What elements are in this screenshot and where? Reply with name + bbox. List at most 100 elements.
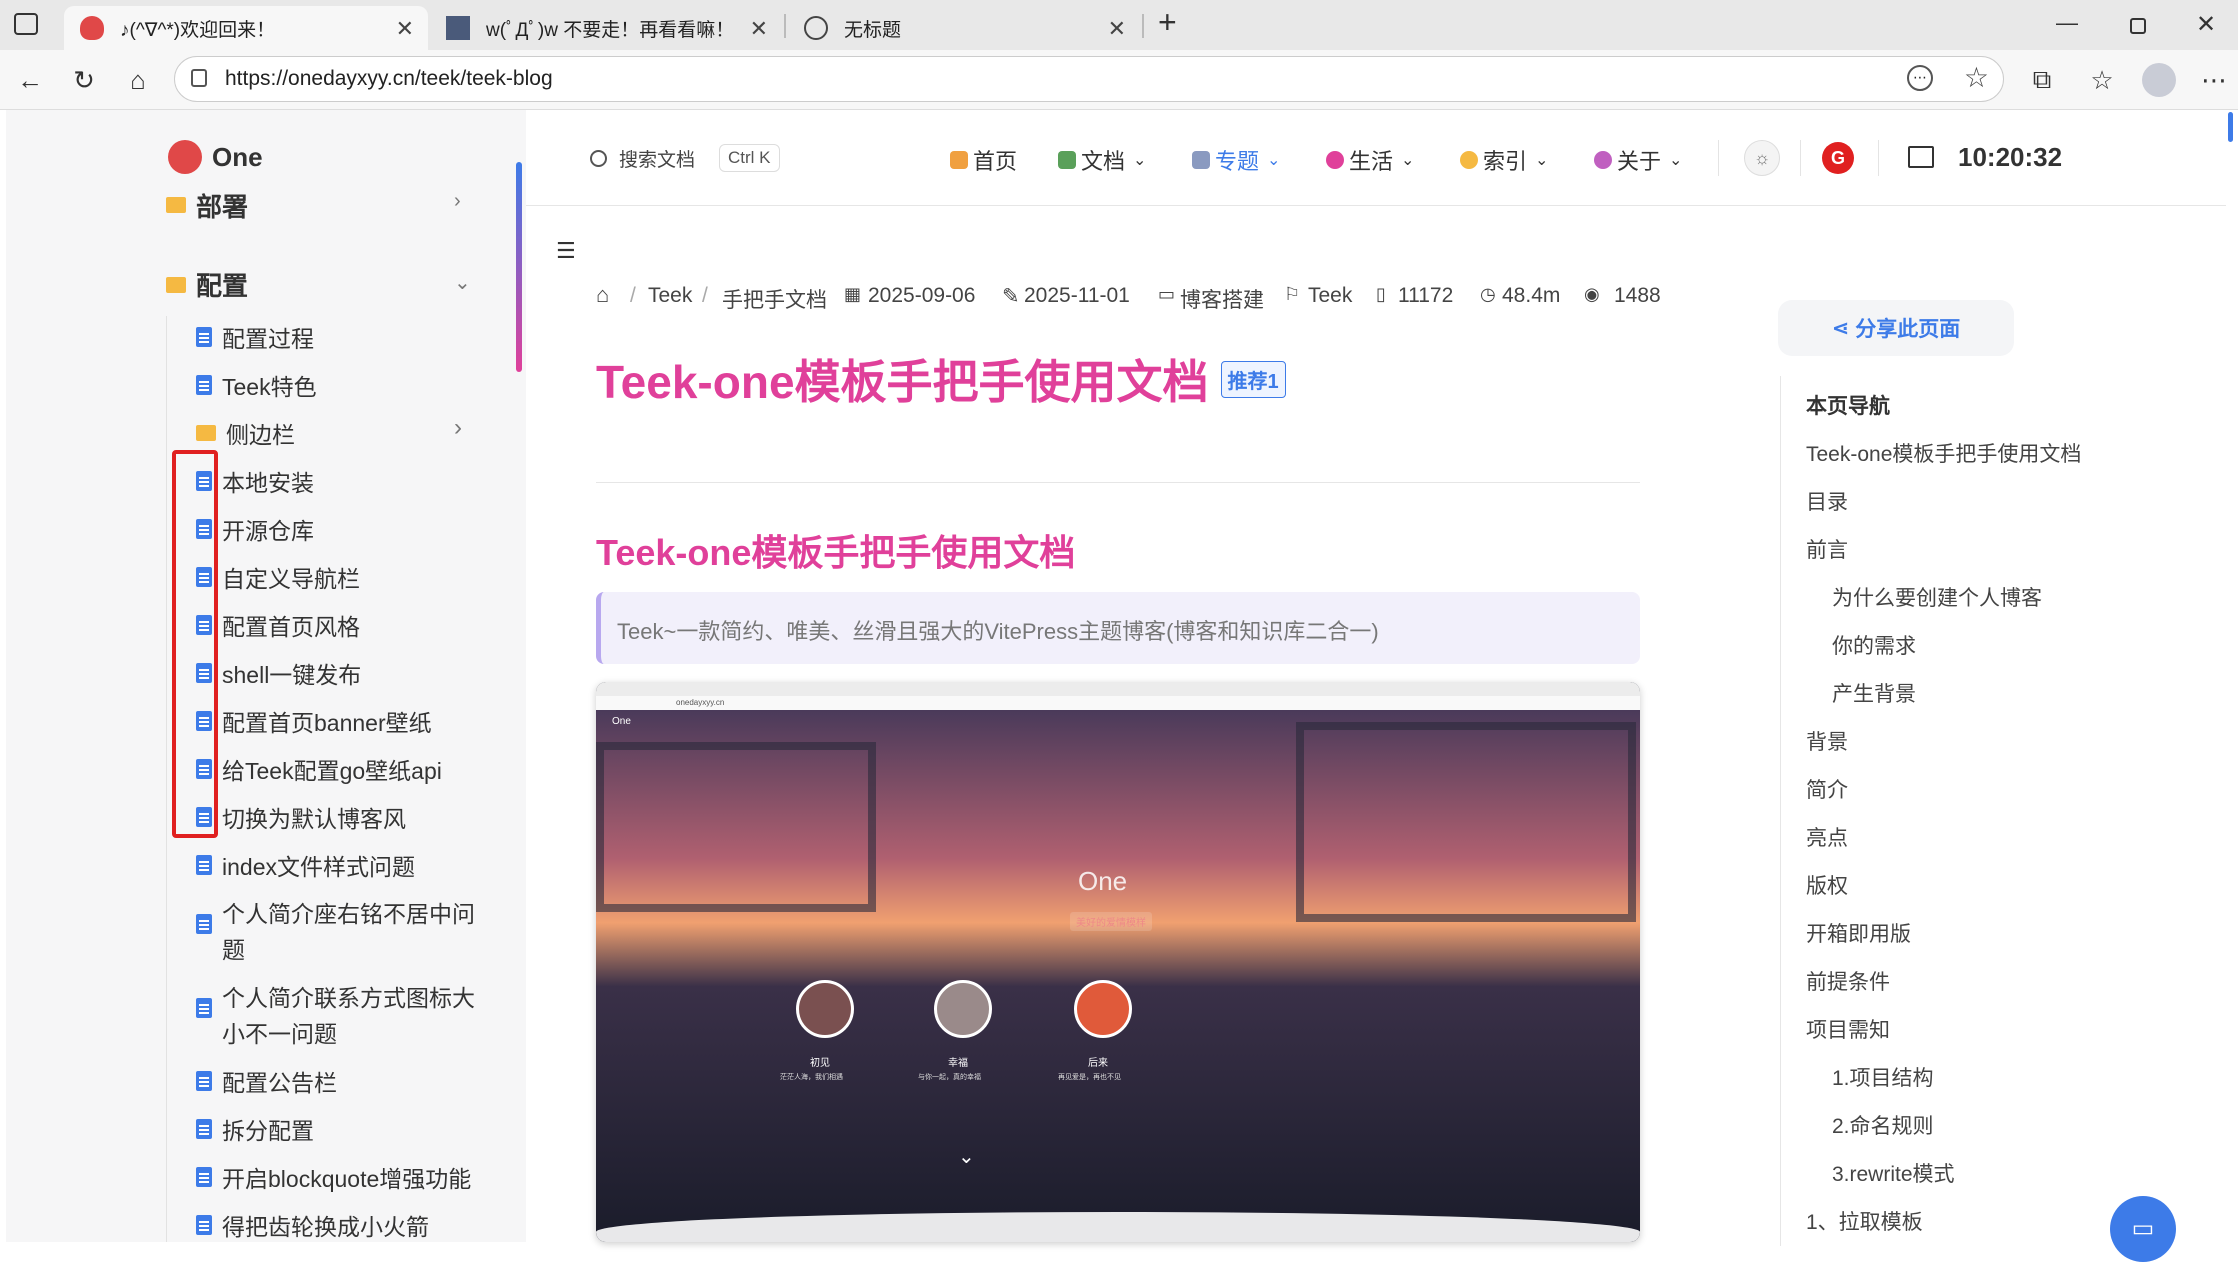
back-icon[interactable]: ← <box>12 62 48 98</box>
sidebar-group-config[interactable]: 配置 <box>166 266 248 303</box>
close-icon[interactable]: ✕ <box>750 16 768 42</box>
sidebar-item[interactable]: 配置首页风格 <box>196 608 360 642</box>
close-icon[interactable]: ✕ <box>1108 16 1126 42</box>
nav-about[interactable]: 关于 ⌄ <box>1594 144 1682 176</box>
nav-docs[interactable]: 文档 ⌄ <box>1058 144 1146 176</box>
toc-item[interactable]: 简介 <box>1806 774 1848 804</box>
mini-tabbar <box>596 682 1640 696</box>
profile-avatar[interactable] <box>2142 63 2176 97</box>
document-icon <box>196 1119 212 1139</box>
favorites-icon[interactable]: ☆ <box>2084 62 2120 98</box>
tab-1[interactable]: ♪(^∇^*)欢迎回来！ ✕ <box>64 6 428 50</box>
tab-2[interactable]: w(ﾟДﾟ)w 不要走！再看看嘛！ ✕ <box>430 6 782 50</box>
sidebar-item[interactable]: 个人简介联系方式图标大 小不一问题 <box>196 980 475 1052</box>
sidebar-item-deploy[interactable]: 部署 <box>166 190 248 220</box>
more-icon[interactable]: ⋯ <box>1907 65 1933 91</box>
nav-life[interactable]: 生活 ⌄ <box>1326 144 1414 176</box>
theme-toggle-icon[interactable]: ☼ <box>1744 140 1780 176</box>
chevron-down-icon[interactable]: ⌄ <box>454 270 471 295</box>
tab-divider <box>1142 14 1144 38</box>
toc-item[interactable]: 你的需求 <box>1832 630 1916 660</box>
toc-item[interactable]: 背景 <box>1806 726 1848 756</box>
chevron-right-icon: › <box>454 190 461 212</box>
breadcrumb-doc[interactable]: 手把手文档 <box>722 284 827 314</box>
breadcrumb-home-icon[interactable]: ⌂ <box>596 282 609 308</box>
document-icon <box>196 1167 212 1187</box>
site-header: 搜索文档 Ctrl K 首页 文档 ⌄ 专题 ⌄ 生活 ⌄ 索引 ⌄ 关于 ⌄ ☼ G 1… <box>526 110 2226 206</box>
url-input[interactable]: https://onedayxyy.cn/teek/teek-blog ⋯ ☆ <box>174 56 2004 102</box>
sidebar-label: 部署 <box>196 191 249 221</box>
toc-item[interactable]: 亮点 <box>1806 822 1848 852</box>
sidebar-item[interactable]: 配置首页banner壁纸 <box>196 704 432 738</box>
tag[interactable]: Teek <box>1308 284 1352 308</box>
nav-topics[interactable]: 专题 ⌄ <box>1192 144 1280 176</box>
outline-toggle-icon[interactable]: ☰ <box>556 238 576 264</box>
search-button[interactable]: 搜索文档 Ctrl K <box>590 144 780 172</box>
divider <box>596 482 1640 483</box>
toc-item[interactable]: 1.项目结构 <box>1832 1062 1934 1092</box>
page-scrollbar[interactable] <box>2228 112 2233 142</box>
toc-item[interactable]: Teek-one模板手把手使用文档 <box>1806 438 2081 468</box>
sidebar-label: index文件样式问题 <box>222 854 415 880</box>
category[interactable]: 博客搭建 <box>1180 284 1264 314</box>
toc-item[interactable]: 版权 <box>1806 870 1848 900</box>
toc-item[interactable]: 产生背景 <box>1832 678 1916 708</box>
document-icon <box>196 1071 212 1091</box>
sidebar-item[interactable]: Teek特色 <box>196 368 317 402</box>
sidebar-item[interactable]: shell一键发布 <box>196 656 361 690</box>
extensions-icon[interactable]: ⧉ <box>2024 62 2060 98</box>
chat-button[interactable]: ▭ <box>2110 1196 2176 1262</box>
toc-item[interactable]: 开箱即用版 <box>1806 918 1911 948</box>
sidebar-item[interactable]: 切换为默认博客风 <box>196 800 406 834</box>
sidebar-item[interactable]: 得把齿轮换成小火箭 <box>196 1208 429 1242</box>
chevron-down-icon: ⌄ <box>1535 152 1549 169</box>
nav-index[interactable]: 索引 ⌄ <box>1460 144 1548 176</box>
close-icon[interactable]: ✕ <box>396 16 414 42</box>
sidebar-item[interactable]: 给Teek配置go壁纸api <box>196 752 442 786</box>
sidebar-item[interactable]: 拆分配置 <box>196 1112 314 1146</box>
nav-home[interactable]: 首页 <box>950 144 1017 176</box>
sidebar-item[interactable]: 开启blockquote增强功能 <box>196 1160 471 1194</box>
sidebar-label-line: 题 <box>222 937 245 963</box>
toc-item[interactable]: 3.rewrite模式 <box>1832 1158 1955 1188</box>
toc-item[interactable]: 前言 <box>1806 534 1848 564</box>
sidebar-item[interactable]: index文件样式问题 <box>196 848 415 882</box>
toc-item[interactable]: 2.命名规则 <box>1832 1110 1934 1140</box>
minimize-icon[interactable]: — <box>2056 10 2078 36</box>
sidebar-item[interactable]: 侧边栏 <box>196 416 295 450</box>
blockquote: Teek~一款简约、唯美、丝滑且强大的VitePress主题博客(博客和知识库二… <box>596 592 1640 664</box>
sidebar-label: 自定义导航栏 <box>222 566 360 592</box>
new-tab-icon[interactable]: + <box>1158 4 1177 41</box>
sidebar-item[interactable]: 配置公告栏 <box>196 1064 337 1098</box>
refresh-icon[interactable]: ↻ <box>66 62 102 98</box>
sidebar-item[interactable]: 个人简介座右铭不居中问题 <box>196 896 475 968</box>
menu-icon[interactable]: ⋯ <box>2196 62 2232 98</box>
close-window-icon[interactable]: ✕ <box>2196 10 2216 39</box>
chevron-right-icon[interactable]: › <box>454 414 462 442</box>
sidebar-item[interactable]: 配置过程 <box>196 320 314 354</box>
restore-icon[interactable] <box>2130 18 2146 34</box>
search-shortcut: Ctrl K <box>719 144 780 172</box>
share-button[interactable]: ⋖ 分享此页面 <box>1778 300 2014 356</box>
tab-actions-icon[interactable] <box>14 13 38 35</box>
toc-item[interactable]: 1、拉取模板 <box>1806 1206 1923 1236</box>
breadcrumb-teek[interactable]: Teek <box>648 284 692 308</box>
toc-item[interactable]: 项目需知 <box>1806 1014 1890 1044</box>
home-icon[interactable]: ⌂ <box>120 62 156 98</box>
divider <box>1800 140 1801 176</box>
hand-emoji-icon <box>1460 151 1478 169</box>
toc-item[interactable]: 目录 <box>1806 486 1848 516</box>
tab-3[interactable]: 无标题 ✕ <box>788 6 1140 50</box>
mini-addressbar: onedayxyy.cn <box>596 696 1640 710</box>
toc-item[interactable]: 前提条件 <box>1806 966 1890 996</box>
brand-g-icon[interactable]: G <box>1822 142 1854 174</box>
highlight-box <box>172 450 218 838</box>
reading-mode-icon[interactable] <box>1908 146 1934 168</box>
sidebar-scrollbar[interactable] <box>516 162 522 372</box>
article-screenshot: onedayxyy.cn One One 美好的爱情模样 初见 幸福 后来 茫茫… <box>596 682 1640 1242</box>
sidebar-item[interactable]: 自定义导航栏 <box>196 560 360 594</box>
favorite-star-icon[interactable]: ☆ <box>1964 61 1989 94</box>
site-logo-icon <box>168 140 202 174</box>
toc-item[interactable]: 为什么要创建个人博客 <box>1832 582 2042 612</box>
site-favicon-icon <box>80 16 104 40</box>
